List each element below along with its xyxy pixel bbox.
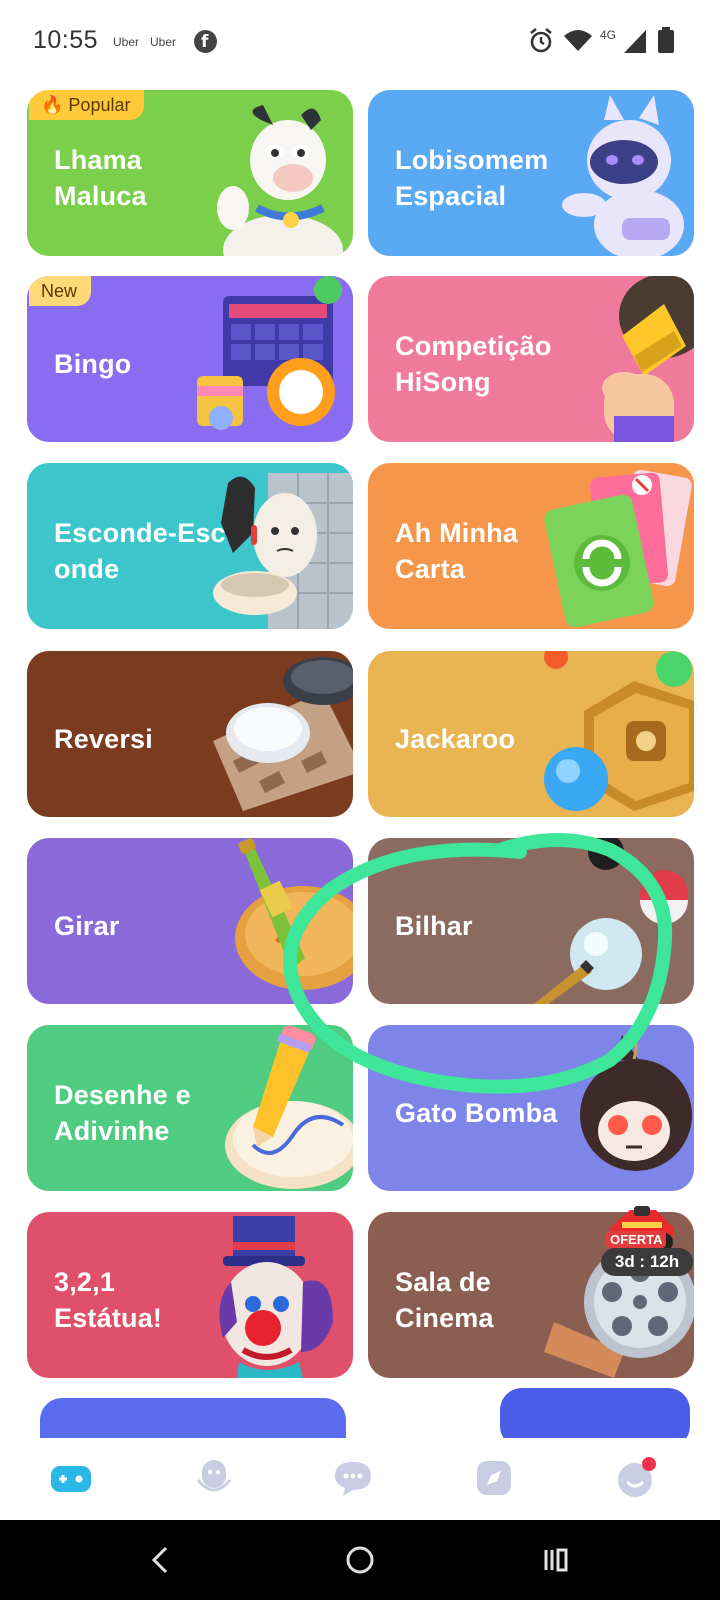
game-card-lhama-maluca[interactable]: 🔥 Popular Lhama Maluca [27, 90, 353, 256]
voice-room-icon[interactable] [192, 1456, 236, 1500]
game-title: 3,2,1 Estátua! [54, 1267, 163, 1333]
game-title: Desenhe e Adivinhe [54, 1080, 191, 1146]
new-badge: New [29, 276, 92, 306]
system-navigation-bar [0, 1520, 720, 1600]
game-card-gato-bomba[interactable]: Gato Bomba [368, 1025, 694, 1191]
game-card-desenhe-e-adivinhe[interactable]: Desenhe e Adivinhe [27, 1025, 353, 1191]
offer-timer: 3d : 12h [601, 1248, 693, 1276]
gamepad-icon[interactable] [49, 1456, 93, 1500]
game-card-partial[interactable] [40, 1398, 346, 1440]
game-title: Girar [54, 911, 120, 941]
game-title: Lobisomem Espacial [395, 145, 549, 211]
game-title: Sala de Cinema [395, 1267, 494, 1333]
game-title: Bilhar [395, 911, 473, 941]
game-title: Esconde-Esc onde [54, 518, 226, 584]
game-card-reversi[interactable]: Reversi [27, 651, 353, 817]
game-card-321-estatua[interactable]: 3,2,1 Estátua! [27, 1212, 353, 1378]
recents-icon[interactable] [540, 1544, 572, 1576]
game-card-bilhar[interactable]: Bilhar [368, 838, 694, 1004]
discover-icon[interactable] [472, 1456, 516, 1500]
game-card-competicao-hisong[interactable]: Competição HiSong [368, 276, 694, 442]
game-title: Jackaroo [395, 724, 516, 754]
bottom-navigation [0, 1438, 720, 1520]
game-title: Gato Bomba [395, 1098, 558, 1128]
game-card-esconde-esconde[interactable]: Esconde-Esc onde [27, 463, 353, 629]
game-card-partial[interactable] [500, 1388, 690, 1440]
game-card-jackaroo[interactable]: Jackaroo [368, 651, 694, 817]
game-card-lobisomem-espacial[interactable]: Lobisomem Espacial [368, 90, 694, 256]
game-title: Reversi [54, 724, 153, 754]
game-card-bingo[interactable]: New Bingo [27, 276, 353, 442]
chat-icon[interactable] [331, 1456, 375, 1500]
game-card-girar[interactable]: Girar [27, 838, 353, 1004]
game-title: Lhama Maluca [54, 145, 147, 211]
popular-badge: 🔥 Popular [29, 90, 145, 120]
game-card-ah-minha-carta[interactable]: Ah Minha Carta [368, 463, 694, 629]
profile-icon[interactable] [613, 1456, 657, 1500]
home-icon[interactable] [344, 1544, 376, 1576]
offer-label[interactable]: OFERTA [606, 1231, 667, 1248]
game-title: Ah Minha Carta [395, 518, 519, 584]
game-title: Bingo [54, 349, 132, 379]
game-title: Competição HiSong [395, 331, 552, 397]
back-icon[interactable] [148, 1544, 172, 1576]
